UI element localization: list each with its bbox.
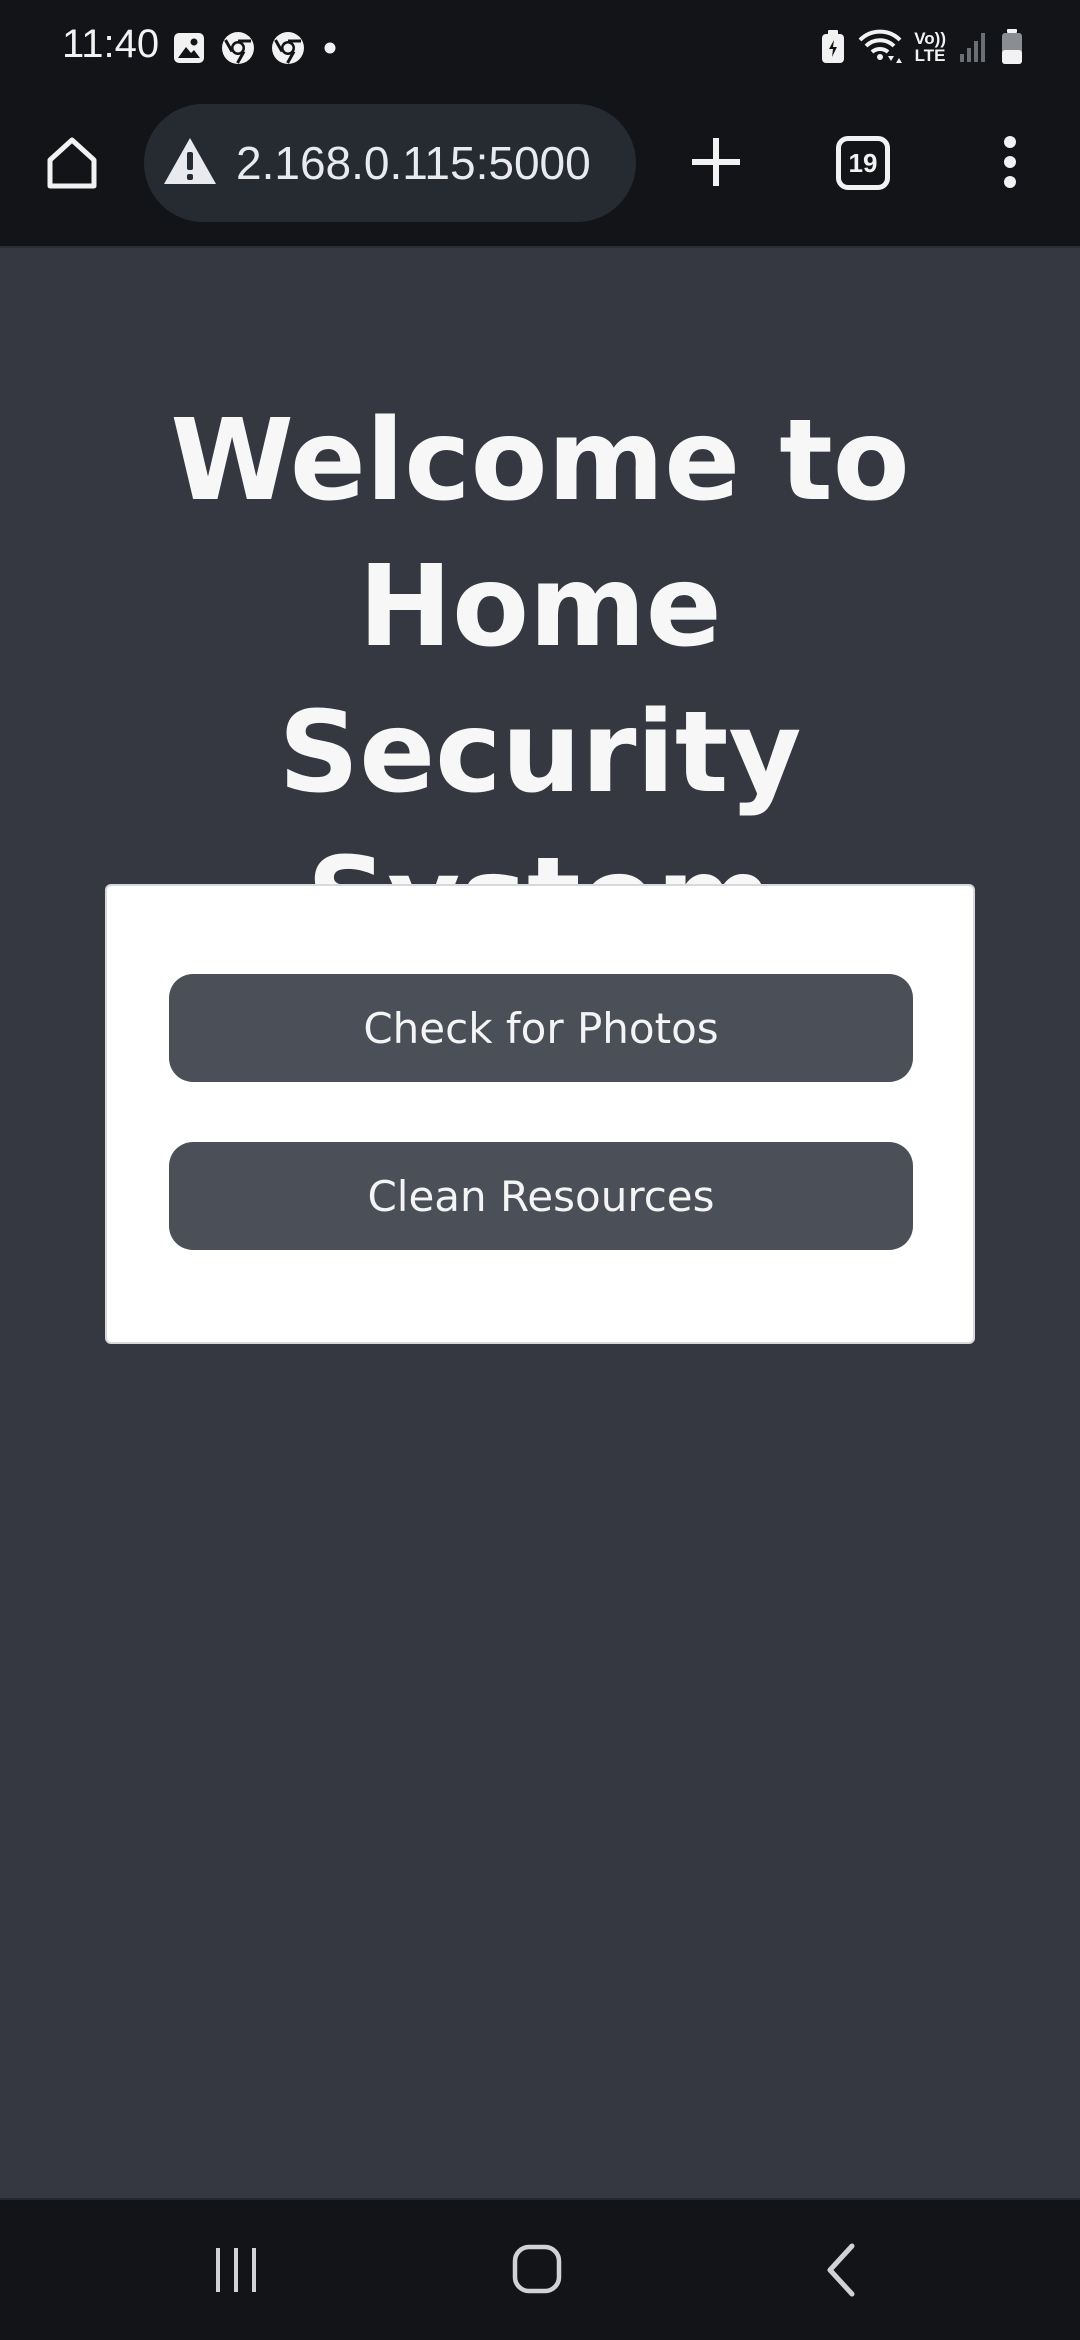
check-for-photos-button[interactable]: Check for Photos (169, 974, 913, 1082)
tab-count: 19 (848, 147, 878, 178)
plus-icon (692, 138, 740, 186)
navigation-bar (0, 2198, 1080, 2340)
status-time: 11:40 (62, 22, 160, 66)
status-icons-left (172, 30, 340, 66)
gallery-icon (172, 31, 206, 65)
home-button[interactable] (40, 130, 104, 194)
more-vert-icon[interactable] (990, 130, 1030, 194)
tabs-icon[interactable]: 19 (836, 136, 890, 190)
url-text: 2.168.0.115:5000 (236, 137, 591, 189)
wifi-icon (858, 28, 903, 66)
battery-saver-icon (820, 29, 846, 65)
clean-resources-button[interactable]: Clean Resources (169, 1142, 913, 1250)
battery-icon (1000, 28, 1024, 66)
status-icons-right: Vo)) LTE (820, 28, 1024, 66)
new-tab-button[interactable] (684, 130, 748, 194)
browser-toolbar: 2.168.0.115:5000 19 (0, 100, 1080, 248)
screen: 11:40 Vo)) LTE 2.168.0.115:5000 19 Welco… (0, 0, 1080, 2340)
page-content: Welcome to Home Security System Check fo… (0, 248, 1080, 2198)
chrome-icon (220, 30, 256, 66)
signal-icon (958, 30, 988, 64)
recents-icon[interactable] (210, 2244, 262, 2301)
chrome-icon (270, 30, 306, 66)
home-nav-icon[interactable] (510, 2242, 566, 2303)
back-icon[interactable] (822, 2242, 862, 2303)
status-bar: 11:40 Vo)) LTE (0, 0, 1080, 100)
address-bar[interactable]: 2.168.0.115:5000 (144, 104, 636, 222)
volte-icon: Vo)) LTE (914, 29, 946, 65)
dot-icon (320, 38, 340, 58)
actions-card: Check for Photos Clean Resources (105, 884, 975, 1344)
home-icon (47, 137, 97, 189)
warning-icon (162, 136, 218, 191)
